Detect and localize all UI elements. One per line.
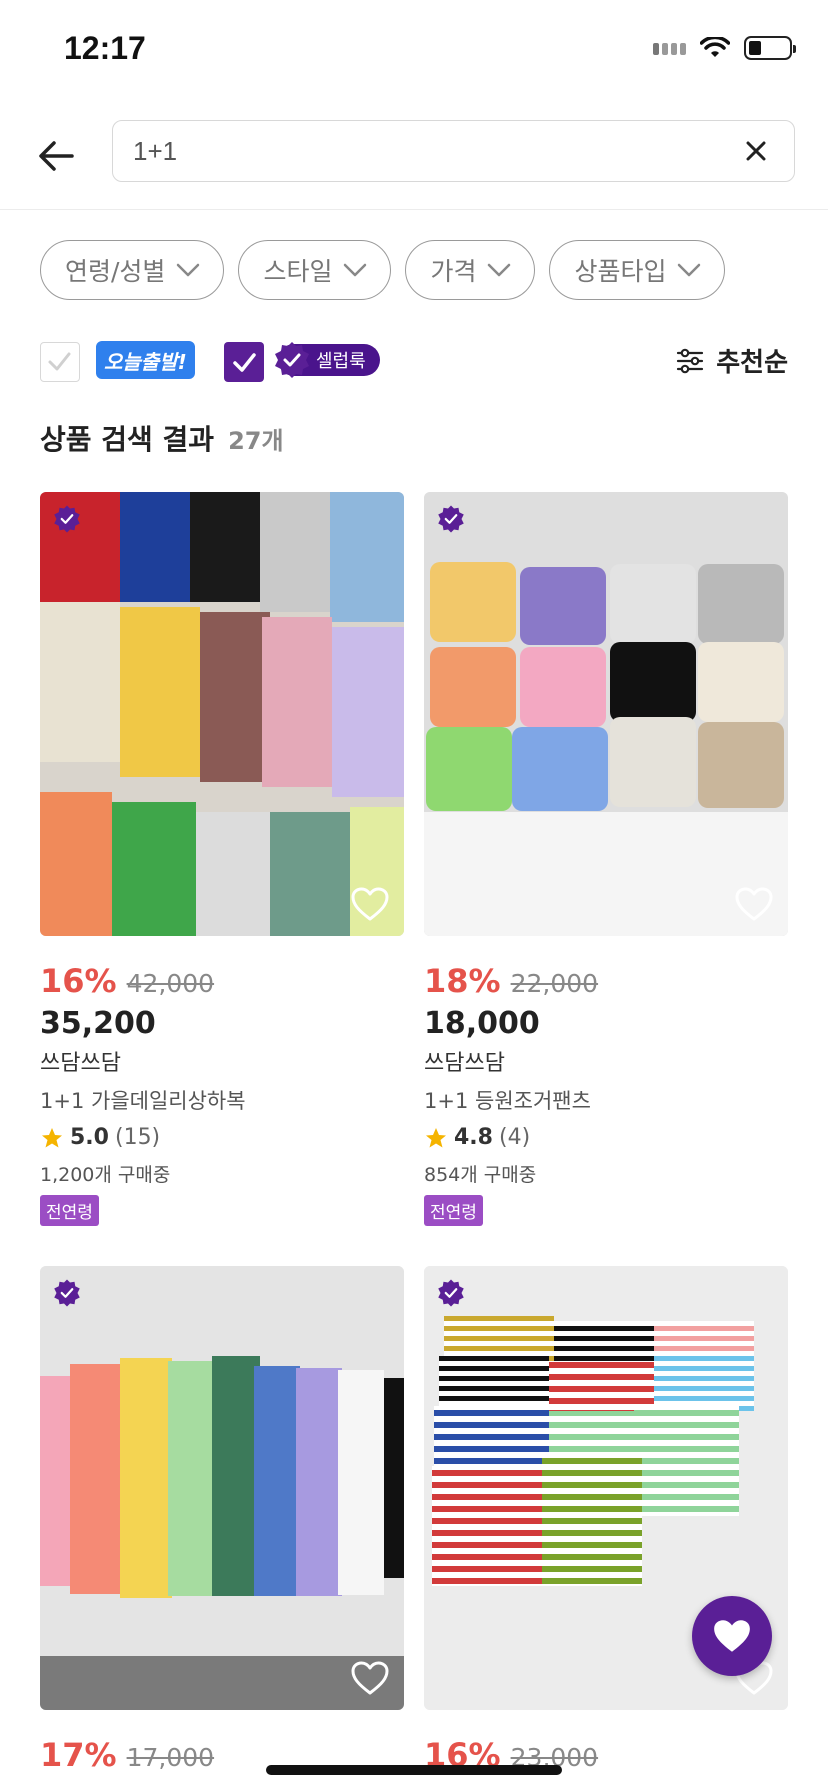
battery-icon	[744, 36, 796, 60]
product-photo	[40, 492, 404, 936]
age-tag: 전연령	[424, 1195, 483, 1226]
rating: 5.0 (15)	[40, 1125, 404, 1150]
sliders-icon	[677, 348, 704, 373]
original-price: 42,000	[126, 969, 215, 998]
verified-seal-icon	[275, 342, 309, 378]
brand-name: 쓰담쓰담	[40, 1051, 121, 1076]
verified-seal-icon	[438, 505, 464, 533]
sale-price: 18,000	[424, 1006, 540, 1041]
chevron-down-icon	[678, 263, 701, 277]
price-line: 16% 42,000	[40, 962, 404, 1000]
sale-price: 35,200	[40, 1006, 156, 1041]
wifi-icon	[700, 37, 730, 57]
filter-style[interactable]: 스타일	[238, 240, 392, 300]
today-delivery-badge: 오늘출발!	[96, 341, 195, 379]
price-line: 18% 22,000	[424, 962, 788, 1000]
chevron-down-icon	[344, 263, 367, 277]
review-count: (15)	[114, 1125, 161, 1150]
sort-label: 추천순	[716, 348, 788, 378]
original-price: 22,000	[510, 969, 599, 998]
signal-icon	[653, 41, 686, 55]
filter-row: 연령/성별 스타일 가격 상품타입	[40, 240, 726, 300]
status-bar: 12:17	[0, 0, 828, 100]
original-price: 17,000	[126, 1743, 215, 1772]
product-photo	[40, 1266, 404, 1710]
verified-seal-icon	[54, 1279, 80, 1307]
filter-age-gender[interactable]: 연령/성별	[40, 240, 225, 300]
rating-score: 5.0	[70, 1125, 109, 1150]
rating-score: 4.8	[454, 1125, 493, 1150]
wishlist-fab-button[interactable]	[692, 1596, 772, 1676]
chevron-down-icon	[177, 263, 200, 277]
review-count: (4)	[498, 1125, 531, 1150]
back-arrow-icon[interactable]	[34, 134, 78, 178]
buyer-count: 854개 구매중	[424, 1164, 537, 1186]
buyer-count: 1,200개 구매중	[40, 1164, 171, 1186]
heart-filled-icon	[714, 1620, 750, 1652]
chevron-down-icon	[488, 263, 511, 277]
result-title: 상품 검색 결과	[40, 423, 215, 456]
star-icon	[42, 1127, 62, 1147]
product-card[interactable]: 16% 23,000	[424, 1266, 788, 1774]
product-card[interactable]: 16% 42,000 35,200 쓰담쓰담 1+1 가을데일리상하복 5.0 …	[40, 492, 404, 1226]
product-photo	[424, 492, 788, 936]
today-delivery-checkbox[interactable]	[40, 342, 80, 382]
celeb-look-checkbox[interactable]	[224, 342, 264, 382]
product-name: 1+1 가을데일리상하복	[40, 1089, 246, 1113]
celeb-badge-label: 셀럽룩	[316, 351, 366, 372]
filter-label: 연령/성별	[65, 257, 166, 286]
product-card[interactable]: 18% 22,000 18,000 쓰담쓰담 1+1 등원조거팬츠 4.8 (4…	[424, 492, 788, 1226]
filter-label: 가격	[430, 257, 477, 286]
discount-rate: 18%	[424, 962, 501, 1000]
verified-seal-icon	[438, 1279, 464, 1307]
age-tag: 전연령	[40, 1195, 99, 1226]
search-box[interactable]	[112, 120, 795, 182]
filter-product-type[interactable]: 상품타입	[549, 240, 726, 300]
heart-outline-icon[interactable]	[350, 1660, 390, 1696]
heart-outline-icon[interactable]	[350, 886, 390, 922]
discount-rate: 17%	[40, 1736, 117, 1774]
option-row: 오늘출발! 셀럽룩 추천순	[40, 340, 788, 384]
product-card[interactable]: 17% 17,000	[40, 1266, 404, 1774]
filter-price[interactable]: 가격	[405, 240, 536, 300]
check-icon	[48, 352, 71, 371]
home-indicator[interactable]	[266, 1765, 562, 1775]
status-time: 12:17	[64, 30, 146, 66]
brand-name: 쓰담쓰담	[424, 1051, 505, 1076]
filter-label: 상품타입	[574, 257, 667, 286]
discount-rate: 16%	[40, 962, 117, 1000]
product-image[interactable]	[424, 492, 788, 936]
search-header	[0, 118, 828, 210]
search-input[interactable]	[133, 133, 693, 169]
celeb-look-badge: 셀럽룩	[275, 342, 380, 378]
status-icons	[653, 36, 796, 60]
verified-seal-icon	[54, 505, 80, 533]
close-icon[interactable]	[740, 135, 772, 167]
heart-outline-icon[interactable]	[734, 886, 774, 922]
product-name: 1+1 등원조거팬츠	[424, 1089, 591, 1113]
check-icon	[233, 353, 256, 372]
sort-button[interactable]: 추천순	[676, 342, 788, 379]
filter-label: 스타일	[263, 257, 333, 286]
result-header: 상품 검색 결과 27개	[40, 418, 284, 458]
rating: 4.8 (4)	[424, 1125, 788, 1150]
product-image[interactable]	[40, 1266, 404, 1710]
product-image[interactable]	[40, 492, 404, 936]
star-icon	[426, 1127, 446, 1147]
result-count: 27개	[228, 427, 284, 455]
